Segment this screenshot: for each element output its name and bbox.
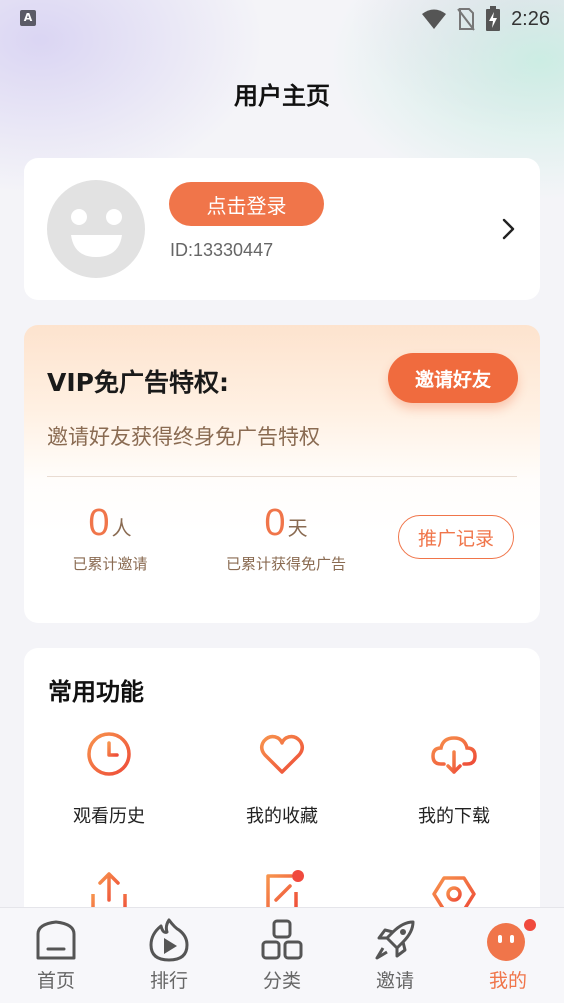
downloads-item[interactable]: 我的下载 — [379, 730, 529, 828]
app-indicator-icon: A — [20, 10, 36, 26]
vip-card: VIP免广告特权: 邀请好友 邀请好友获得终身免广告特权 0 人 已累计邀请 0… — [24, 325, 540, 623]
cloud-download-icon — [431, 736, 477, 774]
tab-label: 首页 — [36, 970, 75, 992]
clock-icon — [87, 732, 131, 776]
promotion-record-button[interactable]: 推广记录 — [398, 515, 514, 559]
rocket-icon — [375, 920, 415, 960]
tab-invite[interactable]: 邀请 — [345, 918, 445, 993]
function-label: 观看历史 — [73, 806, 145, 827]
status-bar: A 2:26 — [0, 0, 564, 38]
home-icon — [36, 920, 76, 960]
function-label: 我的收藏 — [246, 806, 318, 827]
page-title: 用户主页 — [234, 82, 330, 110]
profile-card[interactable]: 点击登录 ID:13330447 — [24, 158, 540, 300]
status-icons: 2:26 — [421, 6, 550, 32]
heart-icon — [260, 734, 304, 774]
battery-charging-icon — [486, 6, 501, 31]
favorites-item[interactable]: 我的收藏 — [207, 730, 357, 828]
flame-play-icon — [149, 918, 189, 962]
invited-label: 已累计邀请 — [72, 555, 148, 573]
tab-label: 邀请 — [375, 970, 414, 992]
avatar[interactable] — [47, 180, 145, 278]
smiley-avatar-icon — [71, 209, 122, 257]
ad-free-days-stat: 0 天 已累计获得免广告 — [216, 501, 356, 574]
tab-mine[interactable]: 我的 — [458, 918, 558, 993]
notification-dot — [524, 919, 536, 931]
tab-label: 排行 — [149, 970, 188, 992]
divider — [47, 476, 517, 477]
category-icon — [261, 919, 303, 960]
tab-label: 我的 — [488, 970, 527, 992]
tab-ranking[interactable]: 排行 — [119, 918, 219, 993]
wifi-icon — [422, 9, 447, 29]
tab-label: 分类 — [262, 970, 301, 992]
notification-dot — [292, 870, 304, 882]
no-sim-icon — [457, 8, 475, 31]
vip-subtitle: 邀请好友获得终身免广告特权 — [47, 425, 320, 449]
user-id: ID:13330447 — [170, 240, 274, 260]
days-label: 已累计获得免广告 — [225, 555, 346, 573]
status-time: 2:26 — [511, 7, 550, 30]
invited-count: 0 — [88, 502, 110, 544]
bottom-tab-bar: 首页 排行 分类 邀请 我的 — [0, 907, 564, 1003]
tab-category[interactable]: 分类 — [232, 918, 332, 993]
invite-friends-button[interactable]: 邀请好友 — [388, 353, 518, 403]
invited-stat: 0 人 已累计邀请 — [70, 501, 150, 574]
days-unit: 天 — [287, 516, 308, 540]
profile-face-icon — [487, 919, 536, 961]
chevron-right-icon[interactable] — [496, 216, 520, 242]
invited-unit: 人 — [111, 516, 132, 540]
tab-home[interactable]: 首页 — [6, 918, 106, 993]
login-button[interactable]: 点击登录 — [169, 182, 324, 226]
watch-history-item[interactable]: 观看历史 — [34, 730, 184, 828]
function-label: 我的下载 — [418, 806, 490, 827]
section-title: 常用功能 — [48, 678, 144, 706]
days-count: 0 — [264, 502, 286, 544]
vip-title: VIP免广告特权: — [47, 368, 229, 397]
